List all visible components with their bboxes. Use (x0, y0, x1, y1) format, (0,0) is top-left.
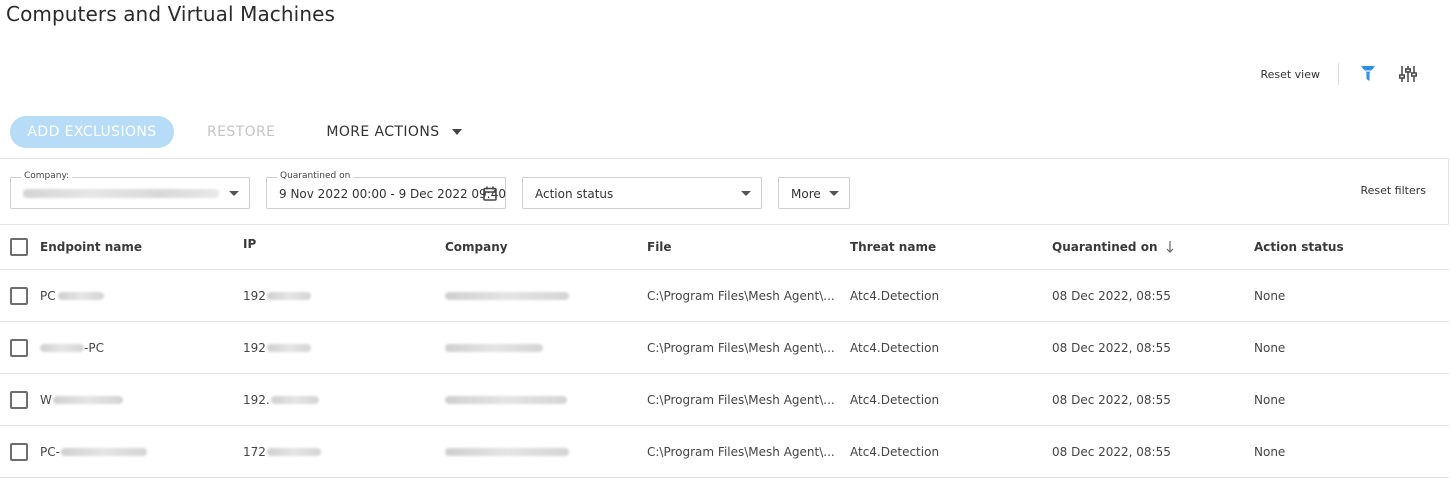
endpoint-name-text: PC (40, 288, 56, 303)
endpoint-name-text: -PC (84, 340, 104, 355)
column-header-endpoint-name[interactable]: Endpoint name (40, 225, 142, 269)
column-header-threat-name[interactable]: Threat name (850, 225, 936, 269)
table-row[interactable]: -PC 192 C:\Program Files\Mesh Agent\... … (0, 322, 1449, 374)
sliders-icon[interactable] (1397, 63, 1419, 85)
caret-down-icon (451, 129, 462, 135)
table-row[interactable]: W 192. C:\Program Files\Mesh Agent\... A… (0, 374, 1449, 426)
company-cell (445, 270, 569, 321)
file-cell: C:\Program Files\Mesh Agent\... (647, 288, 835, 303)
file-cell: C:\Program Files\Mesh Agent\... (647, 392, 835, 407)
more-filters-button[interactable]: More (778, 177, 850, 209)
add-exclusions-button[interactable]: ADD EXCLUSIONS (10, 116, 174, 148)
endpoint-name-cell: W (40, 374, 123, 425)
threat-name-cell: Atc4.Detection (850, 340, 940, 355)
more-actions-label: MORE ACTIONS (326, 124, 440, 140)
ip-cell: 172 (243, 426, 321, 477)
company-cell (445, 426, 569, 477)
action-status-filter-select[interactable]: Action status (522, 177, 762, 209)
view-toolbar: Reset view (1260, 62, 1419, 86)
redacted-text (445, 395, 567, 404)
sort-down-arrow-icon (1166, 241, 1174, 253)
funnel-icon[interactable] (1357, 63, 1379, 85)
table-header-row: Endpoint name IP Company File Threat nam… (0, 225, 1449, 270)
date-range-value: 9 Nov 2022 00:00 - 9 Dec 2022 09:40 (279, 187, 506, 201)
redacted-text (266, 447, 321, 456)
actions-bar: ADD EXCLUSIONS RESTORE MORE ACTIONS (10, 116, 462, 148)
table-row[interactable]: PC 192 C:\Program Files\Mesh Agent\... A… (0, 270, 1449, 322)
reset-view-link[interactable]: Reset view (1260, 68, 1320, 81)
select-all-checkbox[interactable] (10, 238, 28, 256)
column-header-company[interactable]: Company (445, 225, 508, 269)
more-actions-button[interactable]: MORE ACTIONS (326, 124, 462, 140)
quarantined-on-cell: 08 Dec 2022, 08:55 (1052, 444, 1171, 459)
quarantined-on-filter-label: Quarantined on (277, 171, 354, 182)
table-row[interactable]: PC- 172 C:\Program Files\Mesh Agent\... … (0, 426, 1449, 478)
redacted-text (445, 447, 569, 456)
redacted-text (270, 395, 319, 404)
redacted-text (52, 395, 123, 404)
filters-bar: Company: Quarantined on 9 Nov 2022 00:00… (0, 158, 1449, 224)
calendar-icon[interactable] (483, 186, 497, 205)
caret-down-icon (829, 191, 839, 196)
file-cell: C:\Program Files\Mesh Agent\... (647, 340, 835, 355)
redacted-text (266, 343, 311, 352)
endpoint-name-text: PC- (40, 444, 60, 459)
action-status-filter-value: Action status (535, 187, 614, 201)
caret-down-icon (229, 191, 239, 196)
endpoint-name-cell: PC- (40, 426, 147, 477)
action-status-cell: None (1254, 444, 1286, 459)
restore-button[interactable]: RESTORE (207, 124, 275, 140)
endpoint-name-text: W (40, 392, 52, 407)
ip-text: 192 (243, 340, 266, 355)
column-header-file[interactable]: File (647, 225, 672, 269)
ip-cell: 192 (243, 322, 311, 373)
company-filter-value-redacted (23, 189, 219, 198)
company-filter-label: Company: (21, 171, 73, 182)
ip-text: 192. (243, 392, 270, 407)
threat-name-cell: Atc4.Detection (850, 392, 940, 407)
action-status-cell: None (1254, 340, 1286, 355)
ip-cell: 192. (243, 374, 319, 425)
quarantined-on-date-range[interactable]: Quarantined on 9 Nov 2022 00:00 - 9 Dec … (266, 171, 506, 209)
redacted-text (445, 343, 543, 352)
reset-filters-link[interactable]: Reset filters (1360, 184, 1426, 197)
row-checkbox[interactable] (10, 391, 28, 409)
redacted-text (60, 447, 147, 456)
row-checkbox[interactable] (10, 339, 28, 357)
quarantined-on-cell: 08 Dec 2022, 08:55 (1052, 288, 1171, 303)
toolbar-divider (1338, 63, 1339, 85)
ip-text: 192 (243, 288, 266, 303)
quarantined-on-cell: 08 Dec 2022, 08:55 (1052, 340, 1171, 355)
action-status-cell: None (1254, 288, 1286, 303)
column-header-quarantined-on[interactable]: Quarantined on (1052, 225, 1174, 269)
company-cell (445, 374, 567, 425)
file-cell: C:\Program Files\Mesh Agent\... (647, 444, 835, 459)
threat-name-cell: Atc4.Detection (850, 444, 940, 459)
column-header-action-status[interactable]: Action status (1254, 225, 1344, 269)
row-checkbox[interactable] (10, 287, 28, 305)
more-filters-label: More (791, 187, 821, 201)
column-header-quarantined-on-label: Quarantined on (1052, 240, 1158, 254)
redacted-text (57, 291, 104, 300)
company-filter-select[interactable]: Company: (10, 171, 250, 209)
endpoint-name-cell: -PC (40, 322, 104, 373)
action-status-cell: None (1254, 392, 1286, 407)
page-title: Computers and Virtual Machines (6, 2, 336, 26)
row-checkbox[interactable] (10, 443, 28, 461)
redacted-text (266, 291, 311, 300)
quarantined-on-cell: 08 Dec 2022, 08:55 (1052, 392, 1171, 407)
ip-cell: 192 (243, 270, 311, 321)
company-cell (445, 322, 543, 373)
endpoint-name-cell: PC (40, 270, 104, 321)
quarantine-table: Endpoint name IP Company File Threat nam… (0, 224, 1449, 478)
redacted-text (445, 291, 569, 300)
threat-name-cell: Atc4.Detection (850, 288, 940, 303)
caret-down-icon (741, 191, 751, 196)
redacted-text (40, 343, 84, 352)
ip-text: 172 (243, 444, 266, 459)
column-header-ip[interactable]: IP (243, 225, 256, 269)
